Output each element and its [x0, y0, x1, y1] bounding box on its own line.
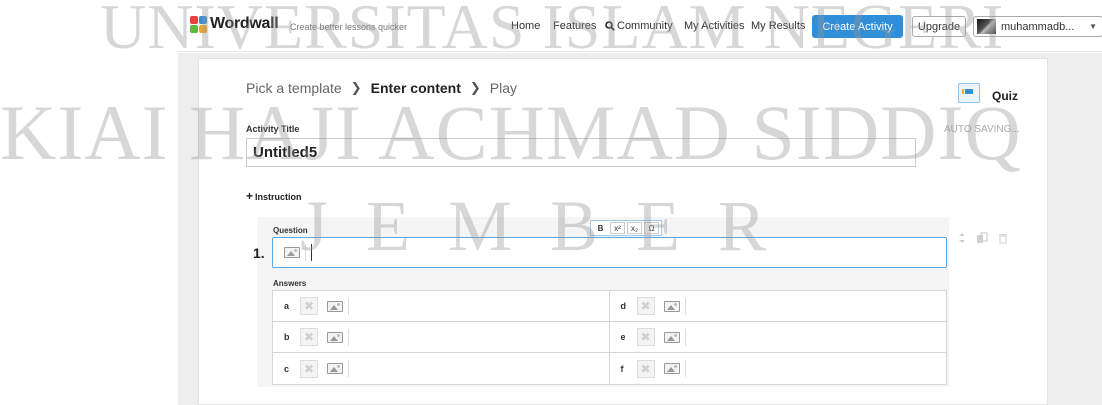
image-icon[interactable] [663, 331, 680, 343]
upgrade-button[interactable]: Upgrade [912, 16, 966, 37]
reorder-icon[interactable] [958, 232, 966, 244]
answer-row: f ✖ [610, 353, 947, 384]
answer-letter: d [620, 301, 627, 311]
mark-correct-icon[interactable]: ✖ [300, 359, 318, 378]
chevron-right-icon: ❯ [469, 80, 481, 95]
create-activity-button[interactable]: Create Activity [812, 15, 903, 38]
answer-letter: c [284, 363, 290, 374]
plus-icon: + [246, 189, 254, 203]
answer-input[interactable] [348, 297, 349, 315]
user-menu-button[interactable]: muhammadb... ▼ [973, 16, 1102, 37]
wordwall-logo[interactable]: Wordwall [190, 15, 279, 33]
superscript-button[interactable]: x² [610, 222, 625, 234]
chevron-down-icon: ▼ [1089, 22, 1097, 31]
image-icon[interactable] [327, 363, 343, 374]
image-icon[interactable] [663, 363, 680, 374]
search-icon [605, 21, 615, 31]
answer-letter: f [620, 363, 624, 374]
wordwall-logo-icon [190, 15, 207, 33]
question-label: Question [273, 226, 308, 235]
answer-letter: e [620, 332, 626, 342]
tagline: Create better lessons quicker [290, 22, 408, 32]
answer-row: b ✖ [273, 322, 610, 353]
top-nav-bar: Wordwall Create better lessons quicker H… [178, 0, 1102, 52]
mark-correct-icon[interactable]: ✖ [636, 297, 655, 315]
answer-input[interactable] [348, 360, 349, 377]
image-icon[interactable] [327, 300, 343, 312]
nav-home-link[interactable]: Home [511, 20, 540, 32]
logo-text: Wordwall [210, 15, 279, 32]
duplicate-icon[interactable] [976, 232, 988, 244]
answer-input[interactable] [684, 297, 686, 315]
answer-row: c ✖ [273, 353, 610, 384]
answer-row: e ✖ [609, 322, 946, 353]
breadcrumb-enter-content: Enter content [370, 80, 461, 96]
image-icon[interactable] [663, 300, 680, 312]
subscript-button[interactable]: x₂ [627, 222, 642, 234]
breadcrumb-play[interactable]: Play [490, 80, 517, 96]
nav-my-results-link[interactable]: My Results [751, 20, 805, 32]
instruction-label: Instruction [255, 192, 302, 202]
special-character-button[interactable]: Ω [644, 222, 659, 234]
divider [305, 244, 306, 261]
template-indicator[interactable]: Quiz [958, 83, 1018, 103]
answer-letter: b [284, 332, 290, 342]
answer-row: d ✖ [609, 291, 946, 322]
formatting-toolbar: B x² x₂ Ω [590, 220, 662, 236]
mark-correct-icon[interactable]: ✖ [300, 297, 318, 315]
mark-correct-icon[interactable]: ✖ [300, 328, 318, 346]
breadcrumb: Pick a template ❯ Enter content ❯ Play [246, 80, 517, 96]
answer-input[interactable] [348, 328, 349, 346]
answers-grid: a ✖ d ✖ b ✖ e ✖ c ✖ f ✖ [272, 290, 947, 385]
mark-correct-icon[interactable]: ✖ [636, 328, 655, 346]
answer-letter: a [284, 301, 290, 311]
activity-title-label: Activity Title [246, 124, 300, 134]
quiz-template-icon [958, 83, 980, 103]
chevron-right-icon: ❯ [350, 80, 362, 95]
question-actions [958, 232, 1008, 244]
trash-icon[interactable] [998, 232, 1008, 244]
question-number: 1. [253, 245, 265, 261]
answer-input[interactable] [684, 328, 686, 346]
question-input[interactable] [272, 237, 947, 268]
answer-row: a ✖ [273, 291, 610, 322]
text-cursor [311, 244, 312, 261]
image-icon[interactable] [284, 247, 300, 258]
username-label: muhammadb... [1001, 20, 1075, 33]
nav-features-link[interactable]: Features [553, 20, 596, 32]
activity-title-input[interactable]: Untitled5 [246, 138, 916, 167]
nav-community-label: Community [617, 20, 673, 32]
answers-label: Answers [273, 279, 307, 288]
mark-correct-icon[interactable]: ✖ [636, 359, 655, 378]
template-name: Quiz [992, 89, 1018, 103]
nav-my-activities-link[interactable]: My Activities [684, 20, 745, 32]
image-icon[interactable] [327, 331, 343, 343]
answer-input[interactable] [684, 360, 686, 377]
bold-button[interactable]: B [593, 222, 608, 234]
breadcrumb-pick-template[interactable]: Pick a template [246, 80, 342, 96]
nav-community-link[interactable]: Community [605, 20, 673, 32]
autosave-status: AUTO SAVING... [944, 124, 1020, 135]
avatar [977, 19, 996, 34]
add-instruction-button[interactable]: + Instruction [246, 189, 302, 203]
